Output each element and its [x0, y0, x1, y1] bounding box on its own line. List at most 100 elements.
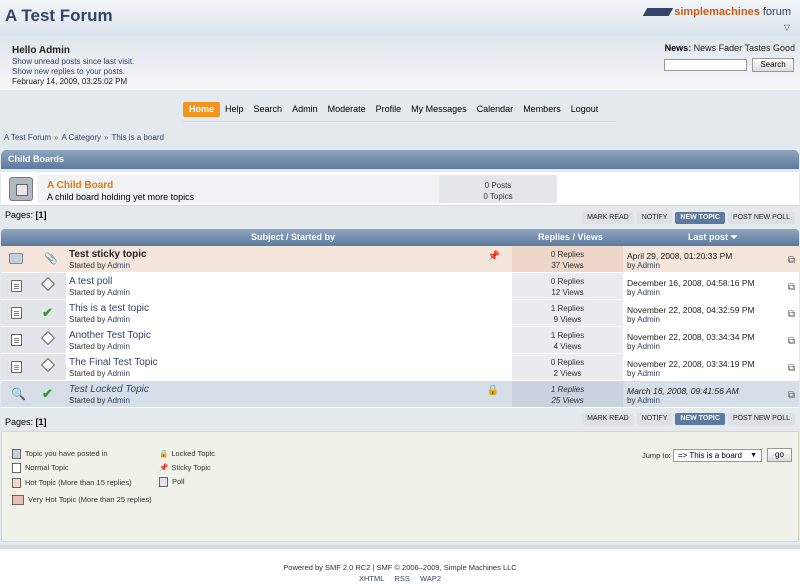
topic-title[interactable]: Test sticky topic — [69, 249, 147, 260]
topic-starter-link[interactable]: Admin — [107, 369, 130, 378]
last-post-icon[interactable]: ⧉ — [788, 336, 795, 347]
topic-subject-cell: Test sticky topic Started by Admin 📌 — [66, 246, 512, 272]
xx-icon — [40, 357, 56, 373]
last-poster-link[interactable]: Admin — [637, 315, 660, 324]
footer-copyright: Powered by SMF 2.0 RC2 | SMF © 2006–2009… — [283, 563, 517, 572]
breadcrumb-separator: » — [53, 133, 59, 142]
pages-current[interactable]: [1] — [36, 417, 47, 427]
menu-calendar[interactable]: Calendar — [472, 102, 519, 117]
legend-locked-label: Locked Topic — [171, 449, 215, 458]
topic-subject-cell: Another Test Topic Started by Admin — [66, 327, 512, 353]
topic-icon — [11, 334, 22, 346]
topic-title[interactable]: A test poll — [69, 276, 112, 287]
menu-home[interactable]: Home — [183, 102, 221, 117]
search-button[interactable]: Search — [752, 58, 794, 72]
collapse-header-icon[interactable]: ▽ — [784, 23, 790, 32]
breadcrumb-category[interactable]: A Category — [61, 133, 101, 142]
topic-starter-link[interactable]: Admin — [107, 288, 130, 297]
topic-type-cell: ✔ — [32, 381, 66, 407]
last-post-icon[interactable]: ⧉ — [788, 282, 795, 293]
topic-posted-icon — [9, 253, 23, 264]
topic-stats-cell: 0 Replies 37 Views — [512, 246, 623, 272]
topic-legend: Topic you have posted in Normal Topic Ho… — [1, 431, 799, 542]
topic-starter-link[interactable]: Admin — [107, 396, 130, 405]
last-poster-link[interactable]: Admin — [637, 342, 660, 351]
pagination-top: Pages: [1] — [5, 210, 47, 220]
last-post-icon[interactable]: ⧉ — [788, 390, 795, 401]
topic-status-cell — [1, 246, 32, 272]
last-poster-link[interactable]: Admin — [637, 396, 660, 405]
footer-link-rss[interactable]: RSS — [395, 574, 410, 583]
topic-subject-cell: The Final Test Topic Started by Admin — [66, 354, 512, 380]
jump-to-select[interactable]: => This is a board ▼ — [673, 449, 762, 462]
footer-link-xhtml[interactable]: XHTML — [359, 574, 384, 583]
breadcrumb-board[interactable]: This is a board — [111, 133, 163, 142]
table-row: 🔍 ✔ Test Locked Topic Started by Admin 🔒… — [1, 381, 799, 408]
menu-members[interactable]: Members — [518, 102, 566, 117]
legend-normal: Normal Topic — [12, 463, 69, 474]
col-last-post[interactable]: Last post ⏷ — [688, 232, 738, 243]
topic-starter-link[interactable]: Admin — [107, 315, 130, 324]
footer-links: XHTML RSS WAP2 — [0, 574, 800, 583]
notify-button[interactable]: NOTIFY — [636, 413, 673, 425]
topic-title[interactable]: The Final Test Topic — [69, 357, 158, 368]
last-post-icon[interactable]: ⧉ — [788, 363, 795, 374]
child-board-posts: 0 Posts — [484, 181, 512, 190]
menu-search[interactable]: Search — [249, 102, 288, 117]
last-poster-link[interactable]: Admin — [637, 261, 660, 270]
post-new-poll-button[interactable]: POST NEW POLL — [727, 413, 795, 425]
child-board-name[interactable]: A Child Board — [47, 180, 113, 191]
menu-my-messages[interactable]: My Messages — [406, 102, 472, 117]
topic-views: 4 Views — [553, 342, 582, 351]
breadcrumb-forum[interactable]: A Test Forum — [4, 133, 51, 142]
last-poster-link[interactable]: Admin — [637, 288, 660, 297]
logo-simple-text: simple — [674, 6, 710, 18]
topic-last-post-cell: November 22, 2008, 03:34:34 PM by Admin … — [623, 327, 799, 353]
started-by-label: Started by — [69, 261, 106, 270]
forum-title[interactable]: A Test Forum — [5, 6, 113, 26]
poll-icon — [40, 276, 56, 292]
menu-moderate[interactable]: Moderate — [323, 102, 371, 117]
topic-title[interactable]: Test Locked Topic — [69, 384, 149, 395]
last-post-date: November 22, 2008, 04:32:59 PM — [627, 305, 755, 315]
last-poster-link[interactable]: Admin — [637, 369, 660, 378]
footer-link-wap2[interactable]: WAP2 — [420, 574, 441, 583]
topic-title[interactable]: This is a test topic — [69, 303, 149, 314]
menu-logout[interactable]: Logout — [566, 102, 604, 117]
jump-go-button[interactable]: go — [767, 448, 792, 462]
legend-locked: 🔒 Locked Topic — [159, 449, 215, 458]
topic-starter-link[interactable]: Admin — [107, 342, 130, 351]
last-post-date: April 29, 2008, 01:20:33 PM — [627, 251, 733, 261]
menu-help[interactable]: Help — [220, 102, 249, 117]
pages-current[interactable]: [1] — [36, 210, 47, 220]
last-post-date: November 22, 2008, 03:34:19 PM — [627, 359, 755, 369]
topic-status-cell — [1, 300, 32, 326]
topic-type-cell — [32, 273, 66, 299]
new-topic-button[interactable]: NEW TOPIC — [675, 212, 725, 224]
last-post-icon[interactable]: ⧉ — [788, 309, 795, 320]
new-topic-button[interactable]: NEW TOPIC — [675, 413, 725, 425]
notify-button[interactable]: NOTIFY — [636, 212, 673, 224]
last-post-by: by Admin — [627, 261, 660, 270]
menu-admin[interactable]: Admin — [287, 102, 323, 117]
current-date: February 14, 2009, 03:25:02 PM — [12, 77, 128, 86]
topic-subject-cell: Test Locked Topic Started by Admin 🔒 — [66, 381, 512, 407]
unread-posts-link[interactable]: Show unread posts since last visit. — [12, 57, 134, 67]
topic-title[interactable]: Another Test Topic — [69, 330, 151, 341]
last-post-icon[interactable]: ⧉ — [788, 255, 795, 266]
post-new-poll-button[interactable]: POST NEW POLL — [727, 212, 795, 224]
topic-starter-link[interactable]: Admin — [107, 261, 130, 270]
topic-subject-cell: This is a test topic Started by Admin — [66, 300, 512, 326]
col-subject[interactable]: Subject / Started by — [251, 232, 335, 242]
topic-replies: 0 Replies — [550, 358, 585, 367]
breadcrumb: A Test Forum» A Category» This is a board — [4, 133, 164, 142]
col-replies[interactable]: Replies / Views — [538, 232, 603, 242]
menu-profile[interactable]: Profile — [371, 102, 407, 117]
mark-read-button[interactable]: MARK READ — [582, 212, 634, 224]
last-post-by: by Admin — [627, 288, 660, 297]
smf-logo[interactable]: simplemachines forum — [642, 6, 791, 18]
new-replies-link[interactable]: Show new replies to your posts. — [12, 67, 134, 77]
search-input[interactable] — [664, 59, 747, 71]
mark-read-button[interactable]: MARK READ — [582, 413, 634, 425]
user-links: Show unread posts since last visit. Show… — [12, 57, 134, 87]
